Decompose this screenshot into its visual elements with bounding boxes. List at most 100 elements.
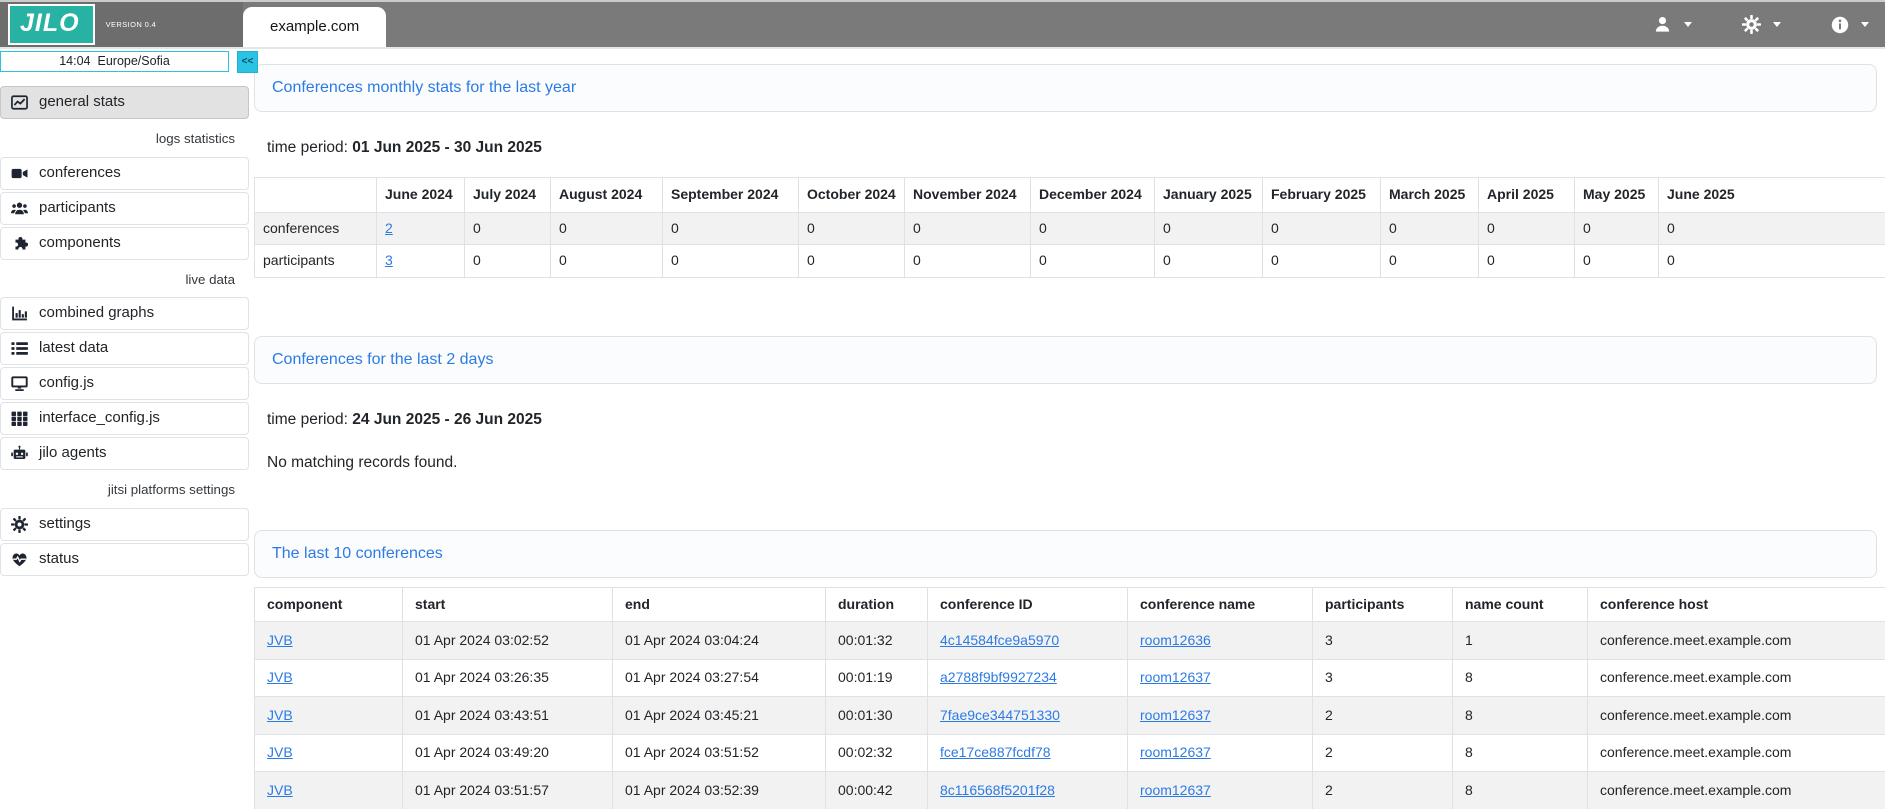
conference-id-link[interactable]: 7fae9ce344751330 bbox=[940, 707, 1060, 723]
cell: 0 bbox=[465, 212, 551, 245]
sidebar-item-label: jilo agents bbox=[39, 444, 107, 463]
platform-tab-label: example.com bbox=[270, 18, 359, 37]
sidebar-item-combined-graphs[interactable]: combined graphs bbox=[0, 297, 249, 330]
chart-column-icon bbox=[11, 305, 28, 322]
cell: conference.meet.example.com bbox=[1588, 734, 1885, 772]
cell: 0 bbox=[905, 212, 1031, 245]
component-link[interactable]: JVB bbox=[267, 669, 293, 685]
sidebar-item-components[interactable]: components bbox=[0, 227, 249, 260]
column-header: duration bbox=[826, 587, 928, 622]
conference-name-link[interactable]: room12637 bbox=[1140, 669, 1211, 685]
column-header bbox=[255, 178, 377, 213]
chevron-down-icon bbox=[1861, 22, 1869, 27]
cell: 0 bbox=[663, 212, 799, 245]
info-circle-icon bbox=[1831, 16, 1849, 34]
cell: 0 bbox=[1155, 212, 1263, 245]
sidebar-item-jilo-agents[interactable]: jilo agents bbox=[0, 437, 249, 470]
row-label: conferences bbox=[255, 212, 377, 245]
chevron-down-icon bbox=[1684, 22, 1692, 27]
cell: 0 bbox=[1575, 245, 1659, 278]
user-menu[interactable] bbox=[1653, 15, 1692, 34]
panel-last2days-header: Conferences for the last 2 days bbox=[254, 336, 1877, 384]
users-icon bbox=[11, 200, 28, 217]
column-header: conference ID bbox=[928, 587, 1128, 622]
conference-name-link[interactable]: room12636 bbox=[1140, 632, 1211, 648]
cell: 3 bbox=[1313, 659, 1453, 697]
conference-name-link[interactable]: room12637 bbox=[1140, 782, 1211, 798]
last10-title-link[interactable]: The last 10 conferences bbox=[272, 545, 443, 562]
gear-icon bbox=[1742, 15, 1761, 34]
app-logo: JILO bbox=[8, 4, 95, 45]
cell: 0 bbox=[1381, 245, 1479, 278]
robot-icon bbox=[11, 445, 28, 462]
column-header: February 2025 bbox=[1263, 178, 1381, 213]
column-header: name count bbox=[1453, 587, 1588, 622]
sidebar-item-status[interactable]: status bbox=[0, 543, 249, 576]
conference-id-link[interactable]: 4c14584fce9a5970 bbox=[940, 632, 1059, 648]
column-header: July 2024 bbox=[465, 178, 551, 213]
brand-area: JILO VERSION 0.4 bbox=[0, 2, 243, 47]
conference-name-link[interactable]: room12637 bbox=[1140, 744, 1211, 760]
time-period-label: time period: bbox=[267, 139, 348, 156]
component-link[interactable]: JVB bbox=[267, 782, 293, 798]
chart-line-icon bbox=[11, 94, 28, 111]
conference-name-link[interactable]: room12637 bbox=[1140, 707, 1211, 723]
heart-pulse-icon bbox=[11, 551, 28, 568]
cell: 8 bbox=[1453, 734, 1588, 772]
column-header: December 2024 bbox=[1031, 178, 1155, 213]
component-link[interactable]: JVB bbox=[267, 707, 293, 723]
conference-id-link[interactable]: 8c116568f5201f28 bbox=[940, 782, 1055, 798]
column-header: start bbox=[403, 587, 613, 622]
sidebar-item-latest-data[interactable]: latest data bbox=[0, 332, 249, 365]
panel-last10-header: The last 10 conferences bbox=[254, 530, 1877, 578]
time-period-value: 24 Jun 2025 - 26 Jun 2025 bbox=[352, 411, 542, 428]
cell: conference.meet.example.com bbox=[1588, 772, 1885, 809]
sidebar-item-label: settings bbox=[39, 515, 91, 534]
cell: 0 bbox=[465, 245, 551, 278]
settings-menu[interactable] bbox=[1742, 15, 1781, 34]
conference-id-link[interactable]: fce17ce887fcdf78 bbox=[940, 744, 1051, 760]
desktop-icon bbox=[11, 375, 28, 392]
cell: 0 bbox=[1479, 212, 1575, 245]
cell: 0 bbox=[1659, 212, 1885, 245]
sidebar-item-settings[interactable]: settings bbox=[0, 508, 249, 541]
cell: 00:01:32 bbox=[826, 622, 928, 660]
component-link[interactable]: JVB bbox=[267, 744, 293, 760]
participants-count-link[interactable]: 3 bbox=[385, 252, 393, 268]
cell: 01 Apr 2024 03:02:52 bbox=[403, 622, 613, 660]
platform-tab[interactable]: example.com bbox=[243, 7, 386, 47]
clock-row: 14:04 Europe/Sofia << bbox=[0, 51, 258, 73]
column-header: January 2025 bbox=[1155, 178, 1263, 213]
puzzle-piece-icon bbox=[11, 235, 28, 252]
last2days-title-link[interactable]: Conferences for the last 2 days bbox=[272, 351, 493, 368]
info-menu[interactable] bbox=[1831, 16, 1869, 34]
monthly-stats-title-link[interactable]: Conferences monthly stats for the last y… bbox=[272, 79, 576, 96]
chevron-down-icon bbox=[1773, 22, 1781, 27]
cell: 00:01:19 bbox=[826, 659, 928, 697]
cell: 01 Apr 2024 03:51:57 bbox=[403, 772, 613, 809]
conference-id-link[interactable]: a2788f9bf9927234 bbox=[940, 669, 1057, 685]
sidebar-item-participants[interactable]: participants bbox=[0, 192, 249, 225]
column-header: November 2024 bbox=[905, 178, 1031, 213]
clock-timezone: Europe/Sofia bbox=[98, 54, 170, 70]
sidebar-item-general-stats[interactable]: general stats bbox=[0, 86, 249, 119]
cell: conference.meet.example.com bbox=[1588, 659, 1885, 697]
sidebar-item-config-js[interactable]: config.js bbox=[0, 367, 249, 400]
cell: 0 bbox=[551, 245, 663, 278]
cell: 01 Apr 2024 03:43:51 bbox=[403, 697, 613, 735]
sidebar: 14:04 Europe/Sofia << general stats logs… bbox=[0, 51, 258, 578]
sidebar-item-label: participants bbox=[39, 199, 116, 218]
conferences-count-link[interactable]: 2 bbox=[385, 220, 393, 236]
cell: 0 bbox=[1381, 212, 1479, 245]
cell: 2 bbox=[1313, 772, 1453, 809]
cell: 0 bbox=[1479, 245, 1575, 278]
cell: 0 bbox=[1575, 212, 1659, 245]
sidebar-item-label: latest data bbox=[39, 339, 108, 358]
cell: 0 bbox=[1031, 245, 1155, 278]
sidebar-item-conferences[interactable]: conferences bbox=[0, 157, 249, 190]
table-row: participants 3 0 0 0 0 0 0 0 0 0 0 0 0 bbox=[255, 245, 1885, 278]
sidebar-item-interface-config-js[interactable]: interface_config.js bbox=[0, 402, 249, 435]
sidebar-collapse-button[interactable]: << bbox=[237, 51, 258, 73]
component-link[interactable]: JVB bbox=[267, 632, 293, 648]
sidebar-item-label: combined graphs bbox=[39, 304, 154, 323]
